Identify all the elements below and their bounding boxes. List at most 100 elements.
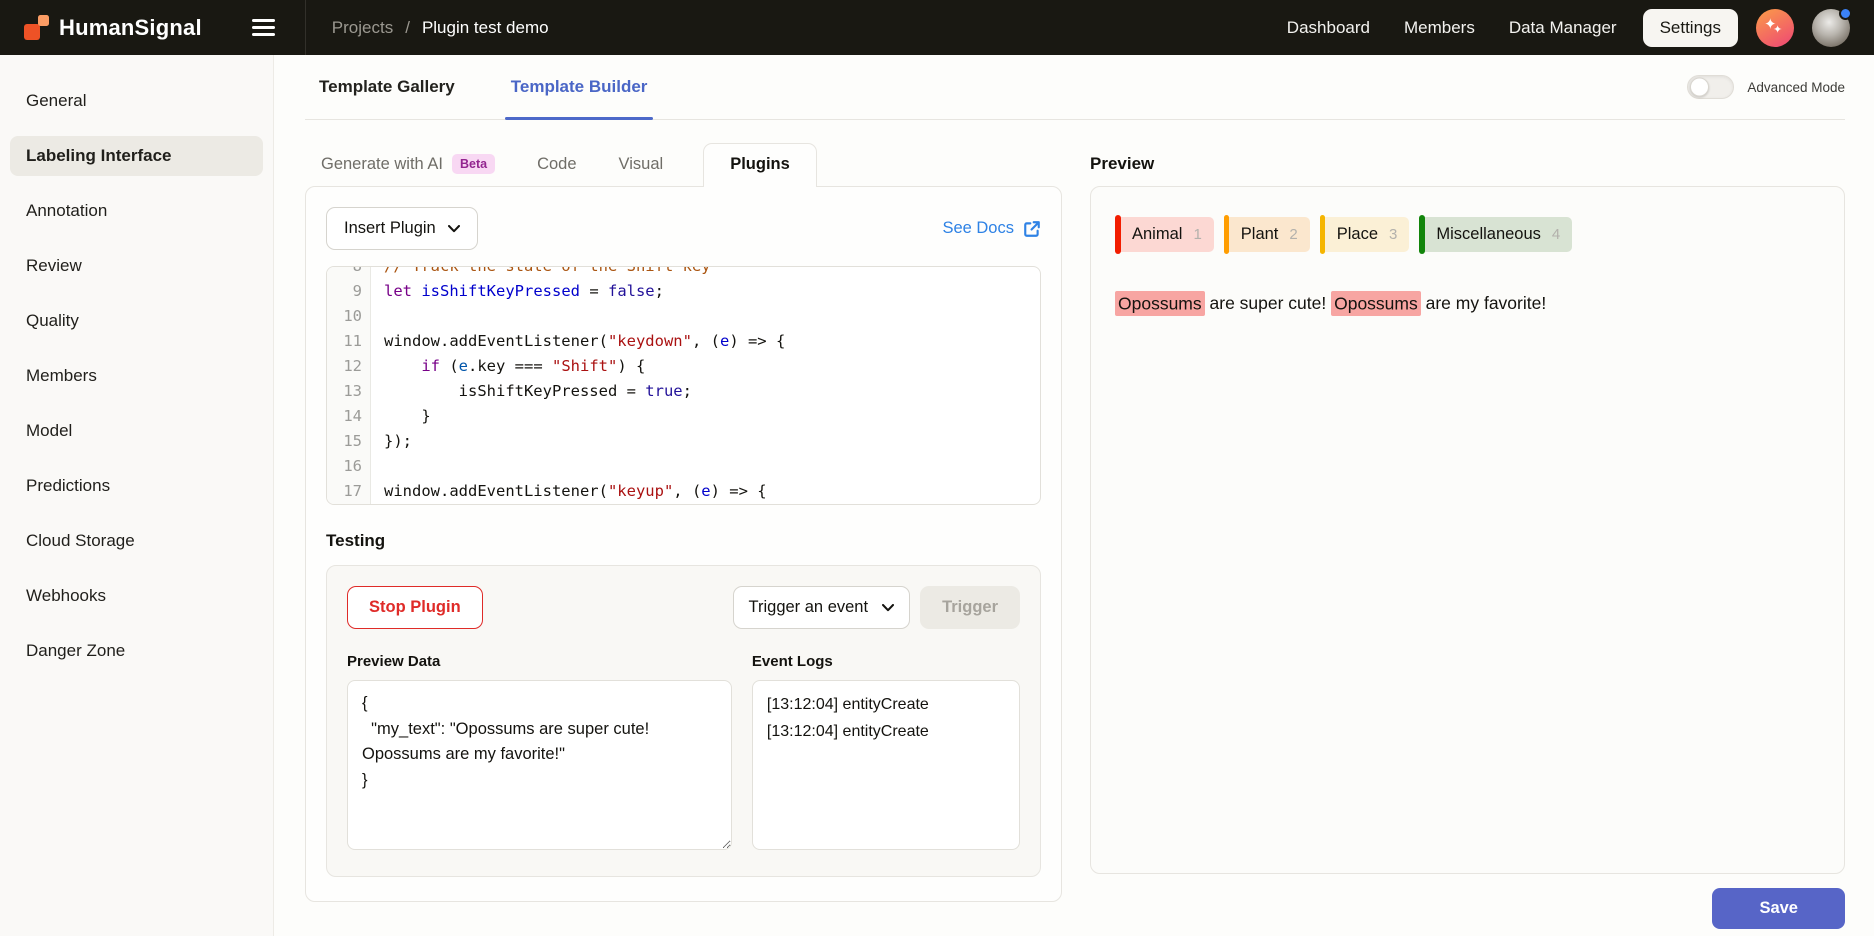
tab-template-builder[interactable]: Template Builder: [511, 55, 648, 119]
sidebar-item-labeling-interface[interactable]: Labeling Interface: [10, 136, 263, 176]
chevron-down-icon: [882, 604, 894, 612]
sidebar-item-predictions[interactable]: Predictions: [10, 466, 263, 506]
insert-plugin-label: Insert Plugin: [344, 219, 436, 238]
topbar: HumanSignal Projects / Plugin test demo …: [0, 0, 1874, 55]
chip-hotkey: 3: [1389, 226, 1397, 243]
notification-badge: [1839, 7, 1852, 20]
code-editor[interactable]: 8// Track the state of the Shift key9let…: [326, 266, 1041, 505]
chip-hotkey: 4: [1552, 226, 1560, 243]
nav-link-dashboard[interactable]: Dashboard: [1287, 18, 1370, 38]
advanced-mode-toggle[interactable]: [1687, 75, 1734, 99]
testing-panel: Stop Plugin Trigger an event Trigger: [326, 565, 1041, 877]
topbar-divider: [305, 0, 306, 55]
label-chip-place[interactable]: Place3: [1320, 217, 1410, 252]
sidebar-item-quality[interactable]: Quality: [10, 301, 263, 341]
chevron-down-icon: [448, 225, 460, 233]
brand-logo[interactable]: HumanSignal: [24, 15, 202, 41]
text-segment-highlighted[interactable]: Opossums: [1331, 291, 1421, 316]
event-logs-label: Event Logs: [752, 653, 1020, 670]
sidebar-item-members[interactable]: Members: [10, 356, 263, 396]
brand-name: HumanSignal: [59, 15, 202, 41]
sidebar-item-model[interactable]: Model: [10, 411, 263, 451]
preview-column: Preview Animal1Plant2Place3Miscellaneous…: [1090, 142, 1845, 929]
see-docs-link[interactable]: See Docs: [942, 219, 1041, 238]
code-text: }: [371, 404, 431, 429]
subtab-label: Code: [537, 155, 576, 174]
text-segment: are my favorite!: [1421, 293, 1546, 313]
code-text: [371, 454, 393, 479]
testing-io: Preview Data Event Logs [13:12:04] entit…: [347, 653, 1020, 855]
save-button[interactable]: Save: [1712, 888, 1845, 929]
code-text: window.addEventListener("keyup", (e) => …: [371, 479, 767, 504]
nav-link-data-manager[interactable]: Data Manager: [1509, 18, 1617, 38]
trigger-event-label: Trigger an event: [749, 598, 869, 617]
code-line: 17window.addEventListener("keyup", (e) =…: [327, 479, 1040, 504]
event-log-entry: [13:12:04] entityCreate: [767, 691, 1005, 718]
nav-link-members[interactable]: Members: [1404, 18, 1475, 38]
breadcrumb-projects[interactable]: Projects: [332, 18, 393, 38]
code-text: });: [371, 429, 412, 454]
subtab-label: Generate with AI: [321, 155, 443, 174]
trigger-group: Trigger an event Trigger: [733, 586, 1020, 629]
sidebar-item-review[interactable]: Review: [10, 246, 263, 286]
line-number: 9: [327, 279, 371, 304]
chip-label: Miscellaneous: [1436, 225, 1541, 244]
chip-hotkey: 1: [1193, 226, 1201, 243]
editor-toolbar: Insert Plugin See Docs: [326, 207, 1041, 250]
subtab-label: Visual: [619, 155, 664, 174]
code-line: 9let isShiftKeyPressed = false;: [327, 279, 1040, 304]
sidebar-item-annotation[interactable]: Annotation: [10, 191, 263, 231]
trigger-event-dropdown[interactable]: Trigger an event: [733, 586, 911, 629]
sparkle-icon-small: ✦: [1773, 23, 1782, 36]
label-chip-animal[interactable]: Animal1: [1115, 217, 1214, 252]
text-segment: are super cute!: [1205, 293, 1331, 313]
ai-assistant-button[interactable]: ✦ ✦: [1756, 9, 1794, 47]
plugin-editor-column: Generate with AI Beta Code Visual Plugins In…: [305, 142, 1062, 929]
line-number: 11: [327, 329, 371, 354]
annotated-text: Opossums are super cute! Opossums are my…: [1115, 289, 1820, 317]
code-line: 15});: [327, 429, 1040, 454]
external-link-icon: [1023, 220, 1041, 238]
label-chip-miscellaneous[interactable]: Miscellaneous 4: [1419, 217, 1572, 252]
topbar-nav: Dashboard Members Data Manager Settings ✦ …: [1253, 9, 1850, 47]
label-chips-row: Animal1 Plant2 Place3 Miscellaneous 4: [1115, 217, 1820, 252]
code-text: [371, 304, 393, 329]
code-text: isShiftKeyPressed = true;: [371, 379, 692, 404]
label-chip-plant[interactable]: Plant2: [1224, 217, 1310, 252]
line-number: 13: [327, 379, 371, 404]
sidebar-item-general[interactable]: General: [10, 81, 263, 121]
trigger-button[interactable]: Trigger: [920, 586, 1020, 629]
subtab-code[interactable]: Code: [535, 145, 578, 186]
editor-subtabs: Generate with AI Beta Code Visual Plugins: [305, 142, 1062, 186]
sidebar-item-danger-zone[interactable]: Danger Zone: [10, 631, 263, 671]
code-text: let isShiftKeyPressed = false;: [371, 279, 664, 304]
subtab-plugins[interactable]: Plugins: [703, 143, 817, 187]
insert-plugin-dropdown[interactable]: Insert Plugin: [326, 207, 478, 250]
breadcrumb-separator: /: [405, 18, 410, 38]
beta-badge: Beta: [452, 154, 495, 174]
code-line: 10: [327, 304, 1040, 329]
text-segment-highlighted[interactable]: Opossums: [1115, 291, 1205, 316]
event-logs-box: [13:12:04] entityCreate[13:12:04] entity…: [752, 680, 1020, 850]
chip-color-bar: [1419, 215, 1425, 254]
line-number: 17: [327, 479, 371, 504]
preview-data-textarea[interactable]: [347, 680, 732, 850]
testing-heading: Testing: [326, 531, 1041, 551]
code-text: // Track the state of the Shift key: [371, 266, 711, 279]
settings-button[interactable]: Settings: [1643, 9, 1738, 47]
see-docs-label: See Docs: [942, 219, 1014, 238]
subtab-visual[interactable]: Visual: [617, 145, 666, 186]
plugins-panel: Insert Plugin See Docs: [305, 186, 1062, 902]
subtab-generate-with-ai[interactable]: Generate with AI Beta: [319, 144, 497, 186]
line-number: 12: [327, 354, 371, 379]
code-text: window.addEventListener("keydown", (e) =…: [371, 329, 785, 354]
tab-template-gallery[interactable]: Template Gallery: [319, 55, 455, 119]
event-log-entry: [13:12:04] entityCreate: [767, 718, 1005, 745]
sidebar-item-cloud-storage[interactable]: Cloud Storage: [10, 521, 263, 561]
stop-plugin-button[interactable]: Stop Plugin: [347, 586, 483, 629]
hamburger-menu-icon[interactable]: [248, 13, 279, 42]
save-row: Save: [1090, 888, 1845, 929]
user-avatar[interactable]: [1812, 9, 1850, 47]
sidebar-item-webhooks[interactable]: Webhooks: [10, 576, 263, 616]
breadcrumb-current-page: Plugin test demo: [422, 18, 549, 38]
